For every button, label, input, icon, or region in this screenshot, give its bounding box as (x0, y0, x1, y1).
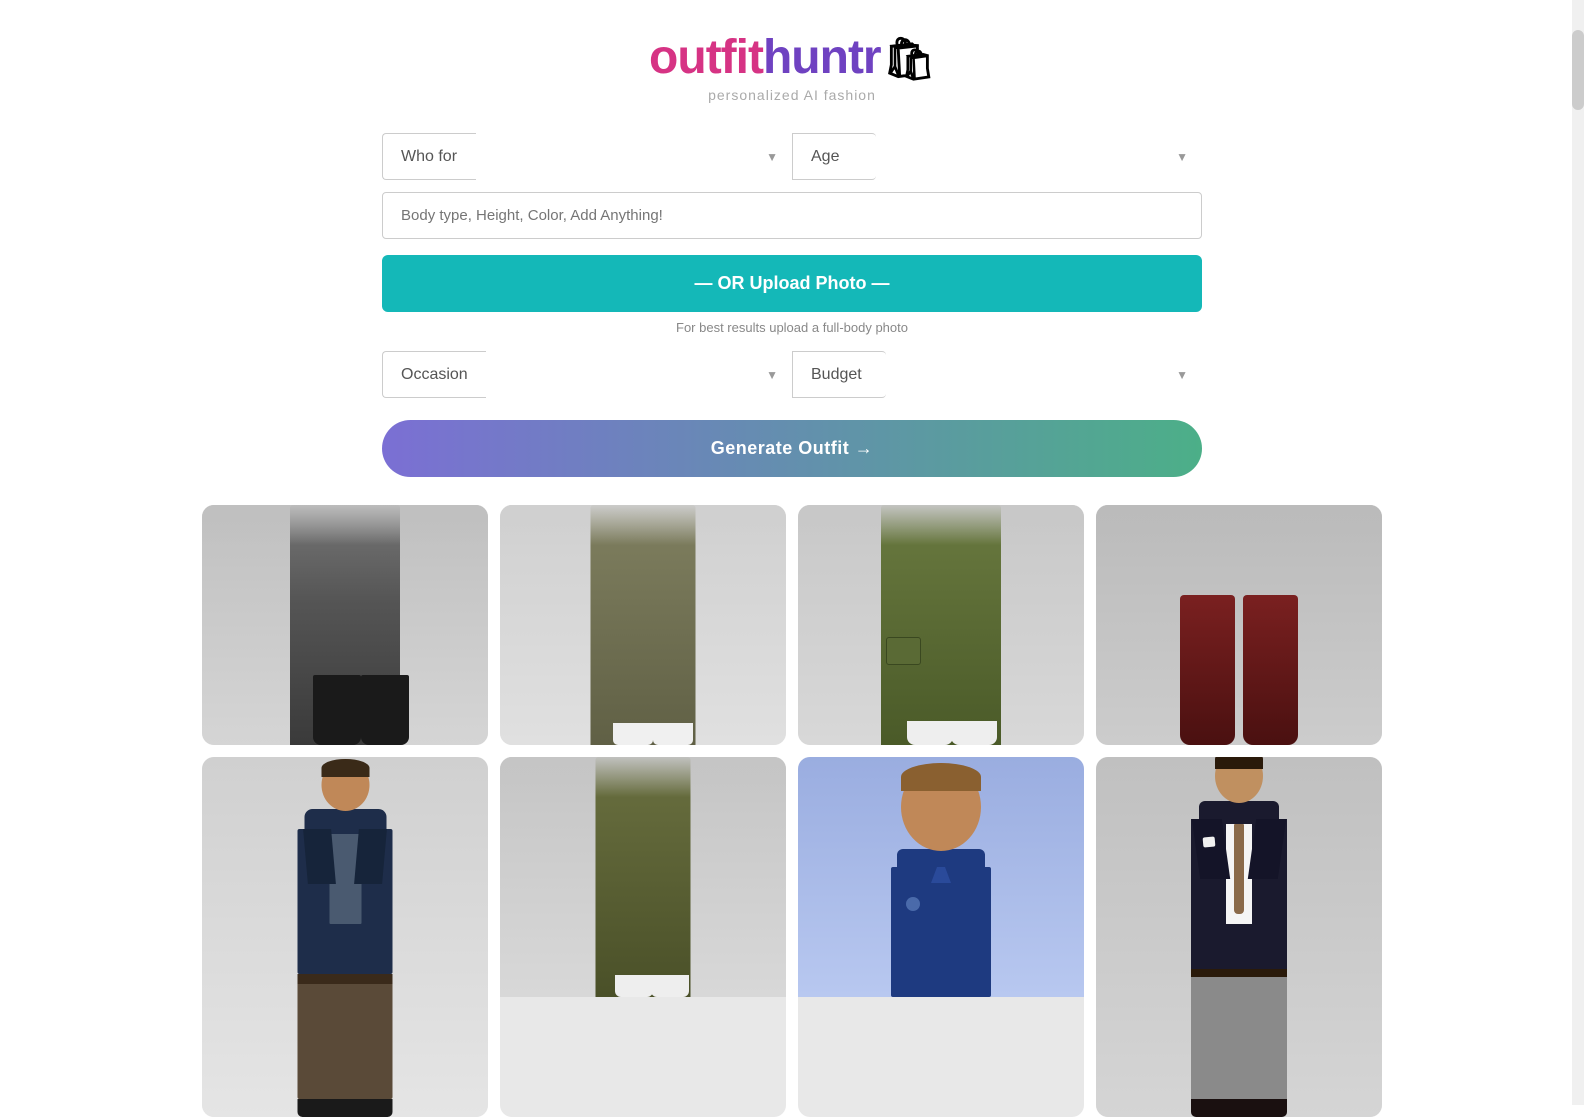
gallery-item-8 (1096, 757, 1382, 1117)
gallery-item-2 (500, 505, 786, 745)
upload-photo-button[interactable]: — OR Upload Photo — (382, 255, 1202, 312)
gallery-item-7 (798, 757, 1084, 1117)
age-chevron-icon: ▼ (1176, 150, 1188, 164)
image-gallery (202, 505, 1382, 1117)
logo: outfithuntr🛍 (649, 30, 935, 85)
body-type-input[interactable] (382, 192, 1202, 239)
gallery-item-1 (202, 505, 488, 745)
logo-area: outfithuntr🛍 personalized AI fashion (649, 30, 935, 103)
upload-hint-text: For best results upload a full-body phot… (676, 320, 908, 335)
gallery-item-6 (500, 757, 786, 1117)
budget-wrapper: Budget Low Medium High Luxury ▼ (792, 351, 1202, 398)
logo-subtitle: personalized AI fashion (708, 87, 876, 103)
occasion-select[interactable]: Occasion Casual Formal Business Party Sp… (382, 351, 486, 398)
bottom-dropdown-row: Occasion Casual Formal Business Party Sp… (382, 351, 1202, 398)
who-for-chevron-icon: ▼ (766, 150, 778, 164)
form-container: Who for Man Woman Boy Girl ▼ Age Child T… (382, 133, 1202, 505)
scrollbar[interactable] (1572, 0, 1584, 1105)
age-wrapper: Age Child Teen Adult Senior ▼ (792, 133, 1202, 180)
who-for-wrapper: Who for Man Woman Boy Girl ▼ (382, 133, 792, 180)
occasion-chevron-icon: ▼ (766, 368, 778, 382)
logo-bag-icon: 🛍 (883, 35, 935, 84)
who-for-select[interactable]: Who for Man Woman Boy Girl (382, 133, 476, 180)
scrollbar-thumb[interactable] (1572, 30, 1584, 110)
logo-outfit: outfit (649, 31, 763, 84)
budget-chevron-icon: ▼ (1176, 368, 1188, 382)
budget-select[interactable]: Budget Low Medium High Luxury (792, 351, 886, 398)
page-wrapper: outfithuntr🛍 personalized AI fashion Who… (0, 0, 1584, 1117)
gallery-item-3 (798, 505, 1084, 745)
gallery-item-4 (1096, 505, 1382, 745)
logo-huntr: huntr (763, 31, 881, 84)
generate-outfit-button[interactable]: Generate Outfit → (382, 420, 1202, 477)
top-dropdown-row: Who for Man Woman Boy Girl ▼ Age Child T… (382, 133, 1202, 180)
age-select[interactable]: Age Child Teen Adult Senior (792, 133, 876, 180)
gallery-item-5 (202, 757, 488, 1117)
occasion-wrapper: Occasion Casual Formal Business Party Sp… (382, 351, 792, 398)
